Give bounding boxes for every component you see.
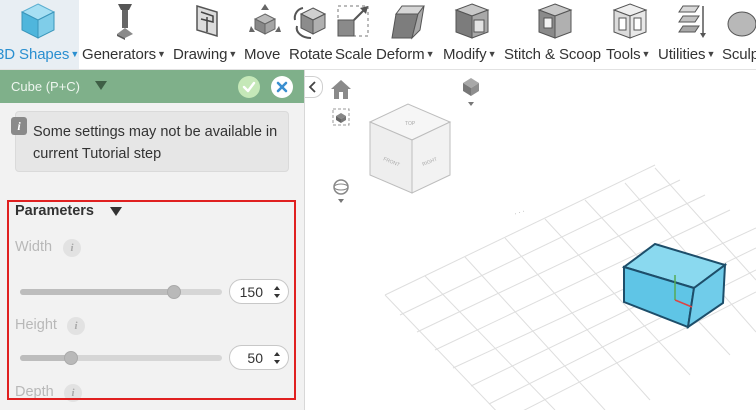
toolbar-3d-shapes[interactable]: 3D Shapes▼ — [0, 0, 80, 69]
grid-unit-mark: · · · — [513, 208, 526, 218]
stitch-scoop-icon — [537, 3, 573, 39]
checkmark-icon — [242, 81, 256, 93]
toolbar-label: Stitch & Scoop — [504, 46, 601, 63]
toolbar-label: 3D Shapes — [0, 46, 70, 63]
panel-title: Cube (P+C) — [11, 79, 80, 94]
view-cube[interactable]: TOP FRONT RIGHT — [368, 103, 452, 194]
toolbar-label: Rotate — [289, 46, 333, 63]
toolbar-drawing[interactable]: Drawing▼ — [173, 0, 241, 69]
toolbar-label: Modify — [443, 46, 487, 63]
cube-object[interactable] — [621, 242, 728, 330]
sculpt-icon — [727, 11, 756, 37]
home-icon[interactable] — [331, 80, 351, 99]
scene-canvas[interactable]: · · · TOP FRONT RIGHT — [305, 70, 756, 410]
chevron-down-icon: ▼ — [487, 49, 497, 59]
toolbar-label: Drawing — [173, 46, 228, 63]
toolbar-tools[interactable]: Tools▼ — [606, 0, 654, 69]
panel-header: Cube (P+C) — [0, 70, 304, 103]
toolbar-label: Generators — [82, 46, 157, 63]
utilities-icon — [678, 5, 706, 38]
main-toolbar: 3D Shapes▼ Generators▼ Drawing▼ Move Rot… — [0, 0, 756, 70]
info-icon: i — [11, 117, 27, 135]
toolbar-utilities[interactable]: Utilities▼ — [658, 0, 720, 69]
rotate-icon — [293, 7, 327, 40]
tools-icon — [612, 3, 648, 39]
parameters-highlight — [7, 200, 296, 400]
toolbar-label: Move — [244, 46, 281, 63]
toolbar-label: Deform — [376, 46, 425, 63]
chevron-down-icon: ▼ — [706, 49, 716, 59]
toolbar-move[interactable]: Move — [244, 0, 286, 69]
toolbar-sculpt[interactable]: Sculpt — [722, 0, 756, 69]
chevron-down-icon: ▼ — [157, 49, 166, 59]
view-cube-top-label[interactable]: TOP — [405, 121, 416, 127]
notice-text: Some settings may not be available in cu… — [33, 124, 278, 162]
toolbar-label: Utilities — [658, 46, 706, 63]
toolbar-scale[interactable]: Scale — [335, 0, 373, 69]
panel-collapse-button[interactable] — [305, 76, 323, 98]
chevron-down-icon: ▼ — [228, 49, 238, 59]
move-icon — [249, 4, 281, 35]
confirm-button[interactable] — [238, 76, 260, 98]
chevron-down-icon: ▼ — [425, 49, 435, 59]
toolbar-deform[interactable]: Deform▼ — [376, 0, 440, 69]
chevron-down-icon: ▼ — [70, 49, 80, 59]
scale-icon — [337, 5, 369, 37]
perspective-icon[interactable] — [463, 78, 479, 106]
orbit-icon[interactable] — [333, 179, 349, 203]
deform-icon — [391, 5, 425, 40]
toolbar-stitch-scoop[interactable]: Stitch & Scoop — [504, 0, 606, 69]
3d-viewport[interactable]: · · · TOP FRONT RIGHT — [305, 70, 756, 410]
toolbar-generators[interactable]: Generators▼ — [82, 0, 168, 69]
toolbar-label: Scale — [335, 46, 373, 63]
cube-icon — [20, 3, 56, 39]
modify-icon — [454, 3, 490, 39]
fit-view-icon[interactable] — [332, 108, 350, 126]
toolbar-rotate[interactable]: Rotate — [289, 0, 333, 69]
panel-collapse-caret-icon[interactable] — [95, 81, 107, 90]
chevron-left-icon — [308, 81, 316, 93]
cancel-button[interactable] — [271, 76, 293, 98]
toolbar-label: Sculpt — [722, 46, 756, 63]
drawing-icon — [196, 4, 218, 38]
toolbar-modify[interactable]: Modify▼ — [443, 0, 501, 69]
generator-icon — [117, 4, 133, 40]
toolbar-label: Tools — [606, 46, 641, 63]
chevron-down-icon: ▼ — [641, 49, 651, 59]
close-icon — [276, 81, 288, 93]
